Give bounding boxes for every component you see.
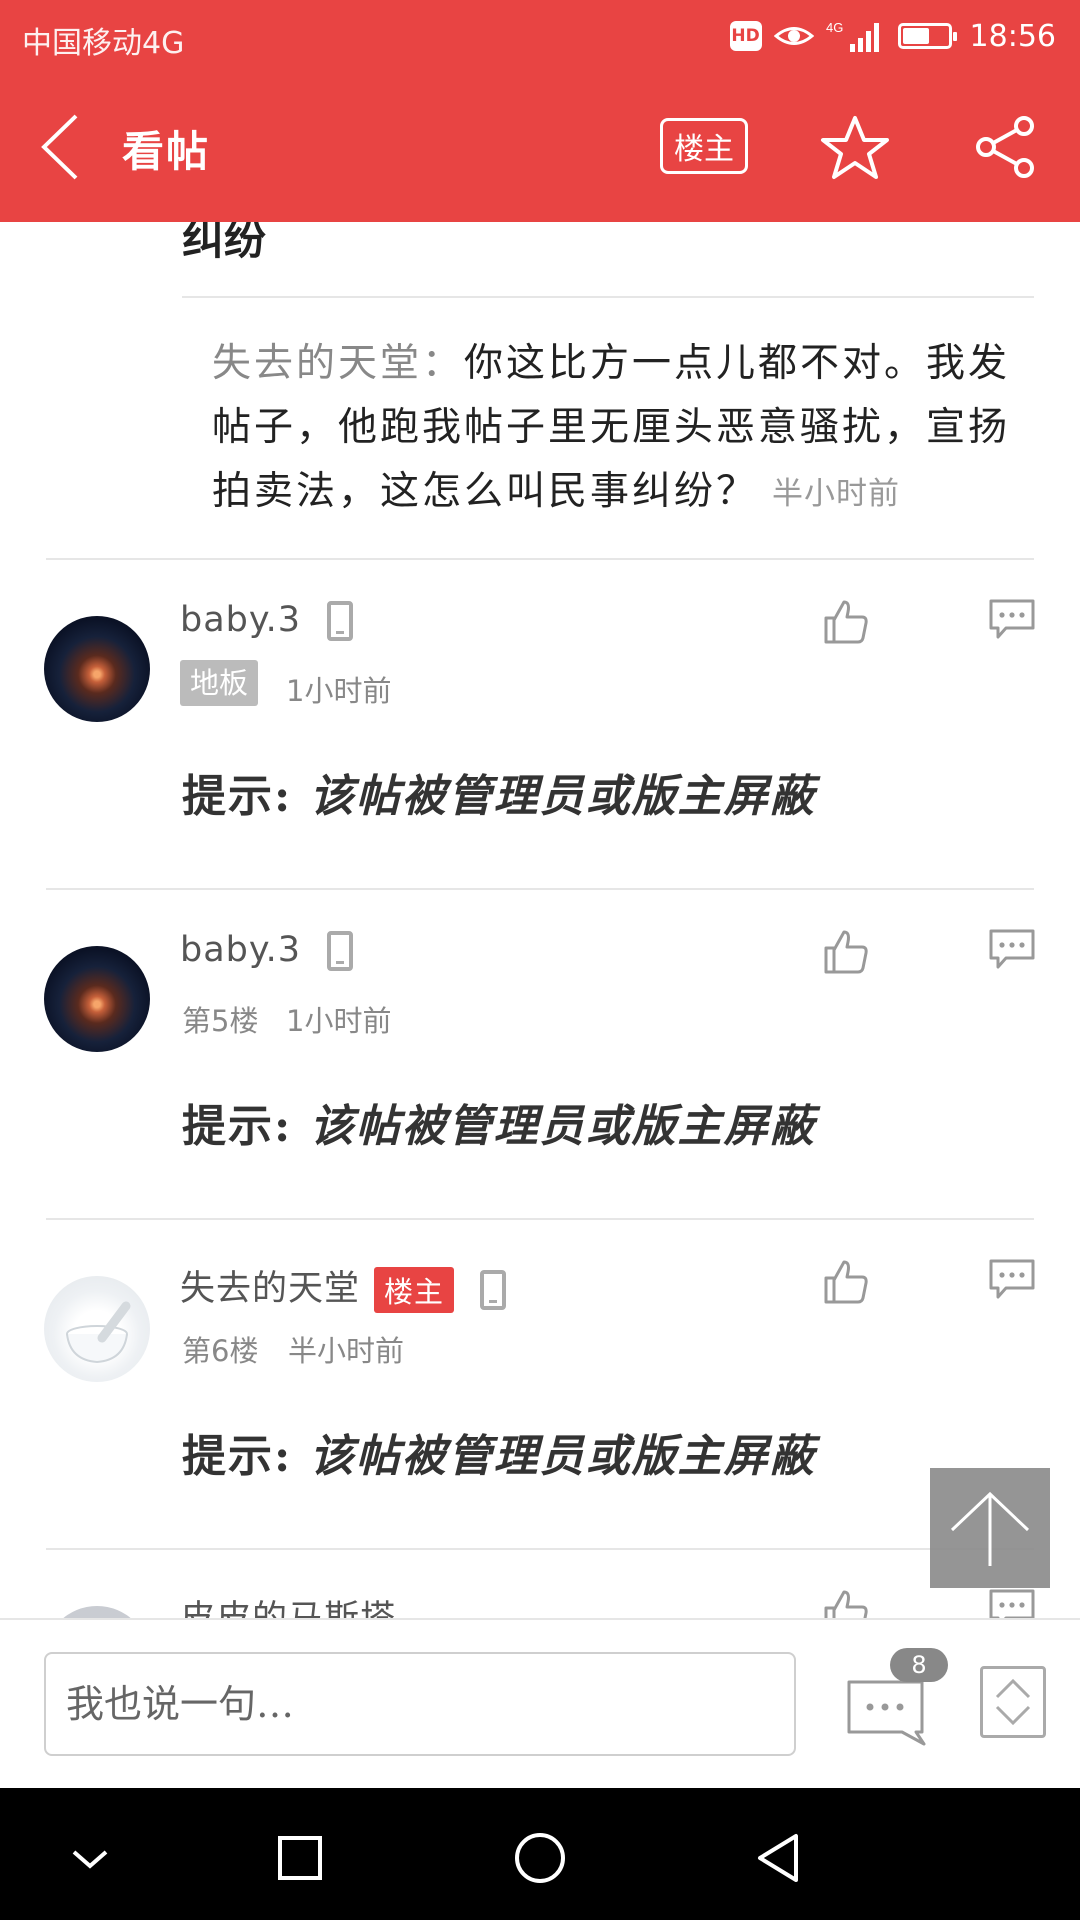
post-time: 半小时前 xyxy=(288,1334,405,1368)
username-text[interactable]: 失去的天堂 xyxy=(180,1269,360,1309)
clock: 18:56 xyxy=(969,18,1056,54)
quoted-reply[interactable]: 失去的天堂：你这比方一点儿都不对。我发帖子，他跑我帖子里无厘头恶意骚扰，宣扬拍卖… xyxy=(212,332,1012,526)
username[interactable]: baby.3 xyxy=(180,600,354,641)
comment-icon[interactable] xyxy=(988,928,1036,970)
carrier-label: 中国移动4G xyxy=(22,26,185,61)
post-item: baby.3 第5楼 1小时前 提示: 该帖被管理员或版主屏蔽 xyxy=(0,890,1080,1220)
share-icon[interactable] xyxy=(972,114,1038,180)
avatar[interactable] xyxy=(44,1606,150,1618)
system-nav-bar xyxy=(0,1788,1080,1920)
mobile-icon xyxy=(480,1270,507,1310)
quote-author[interactable]: 失去的天堂： xyxy=(212,341,464,386)
post-time: 1小时前 xyxy=(286,1004,392,1038)
floor-number: 第6楼 xyxy=(182,1334,259,1368)
back-nav-icon[interactable] xyxy=(740,1818,820,1898)
username-text[interactable]: baby.3 xyxy=(180,600,301,640)
thread-content[interactable]: 纠纷 失去的天堂：你这比方一点儿都不对。我发帖子，他跑我帖子里无厘头恶意骚扰，宣… xyxy=(0,222,1080,1618)
notice-prefix: 提示: xyxy=(182,771,293,822)
hd-icon: HD xyxy=(729,21,762,51)
signal-icon: 4G xyxy=(826,20,879,52)
avatar[interactable] xyxy=(44,946,150,1052)
notice-prefix: 提示: xyxy=(182,1101,293,1152)
blocked-notice: 提示: 该帖被管理员或版主屏蔽 xyxy=(182,1420,816,1484)
notice-prefix: 提示: xyxy=(182,1431,293,1482)
reply-bar: 我也说一句… 8 xyxy=(0,1618,1080,1788)
like-icon[interactable] xyxy=(822,1588,870,1618)
comment-icon[interactable] xyxy=(988,1258,1036,1300)
battery-level xyxy=(902,28,929,44)
username[interactable]: baby.3 xyxy=(180,930,354,971)
star-icon[interactable] xyxy=(820,114,890,182)
avatar[interactable] xyxy=(44,1276,150,1382)
app-header: 中国移动4G HD 4G 18:56 看帖 楼主 xyxy=(0,0,1080,222)
username-text[interactable]: 皮皮的马斯塔 xyxy=(180,1599,396,1618)
op-badge: 楼主 xyxy=(374,1267,455,1313)
status-icons: HD 4G 18:56 xyxy=(729,14,1056,58)
mobile-icon xyxy=(327,931,354,971)
only-op-button[interactable]: 楼主 xyxy=(660,118,748,174)
like-icon[interactable] xyxy=(822,598,870,646)
floor-badge: 地板 xyxy=(180,660,259,706)
post-item: 皮皮的马斯塔 xyxy=(0,1550,1080,1618)
battery-icon xyxy=(897,23,957,49)
reply-input[interactable]: 我也说一句… xyxy=(44,1652,796,1756)
up-down-icon xyxy=(995,1678,1031,1726)
back-icon[interactable] xyxy=(36,112,86,182)
username[interactable]: 失去的天堂 楼主 xyxy=(180,1260,507,1313)
username-text[interactable]: baby.3 xyxy=(180,930,301,970)
divider xyxy=(182,296,1034,298)
mortar-icon xyxy=(66,1301,131,1364)
post-item: baby.3 地板 1小时前 提示: 该帖被管理员或版主屏蔽 xyxy=(0,560,1080,890)
hide-nav-icon[interactable] xyxy=(50,1818,130,1898)
recents-icon[interactable] xyxy=(260,1818,340,1898)
mobile-icon xyxy=(327,601,354,641)
like-icon[interactable] xyxy=(822,1258,870,1306)
quote-time: 半小时前 xyxy=(772,476,901,512)
home-icon[interactable] xyxy=(500,1818,580,1898)
page-title: 看帖 xyxy=(122,127,211,176)
username[interactable]: 皮皮的马斯塔 xyxy=(180,1590,396,1618)
post-time: 1小时前 xyxy=(286,674,392,708)
page-jump-button[interactable] xyxy=(980,1666,1046,1738)
blocked-notice: 提示: 该帖被管理员或版主屏蔽 xyxy=(182,760,816,824)
post-item: 失去的天堂 楼主 第6楼 半小时前 提示: 该帖被管理员或版主屏蔽 xyxy=(0,1220,1080,1550)
eye-icon xyxy=(773,27,814,45)
comment-icon[interactable] xyxy=(988,598,1036,640)
like-icon[interactable] xyxy=(822,928,870,976)
notice-body: 该帖被管理员或版主屏蔽 xyxy=(309,1431,816,1482)
network-type-label: 4G xyxy=(826,20,843,35)
scroll-to-top-button[interactable] xyxy=(930,1468,1050,1588)
comment-count-badge: 8 xyxy=(890,1648,948,1682)
floor-number: 第5楼 xyxy=(182,1004,259,1038)
notice-body: 该帖被管理员或版主屏蔽 xyxy=(309,1101,816,1152)
blocked-notice: 提示: 该帖被管理员或版主屏蔽 xyxy=(182,1090,816,1154)
notice-body: 该帖被管理员或版主屏蔽 xyxy=(309,771,816,822)
avatar[interactable] xyxy=(44,616,150,722)
post-title-fragment: 纠纷 xyxy=(182,222,267,264)
comment-icon[interactable] xyxy=(988,1588,1036,1618)
